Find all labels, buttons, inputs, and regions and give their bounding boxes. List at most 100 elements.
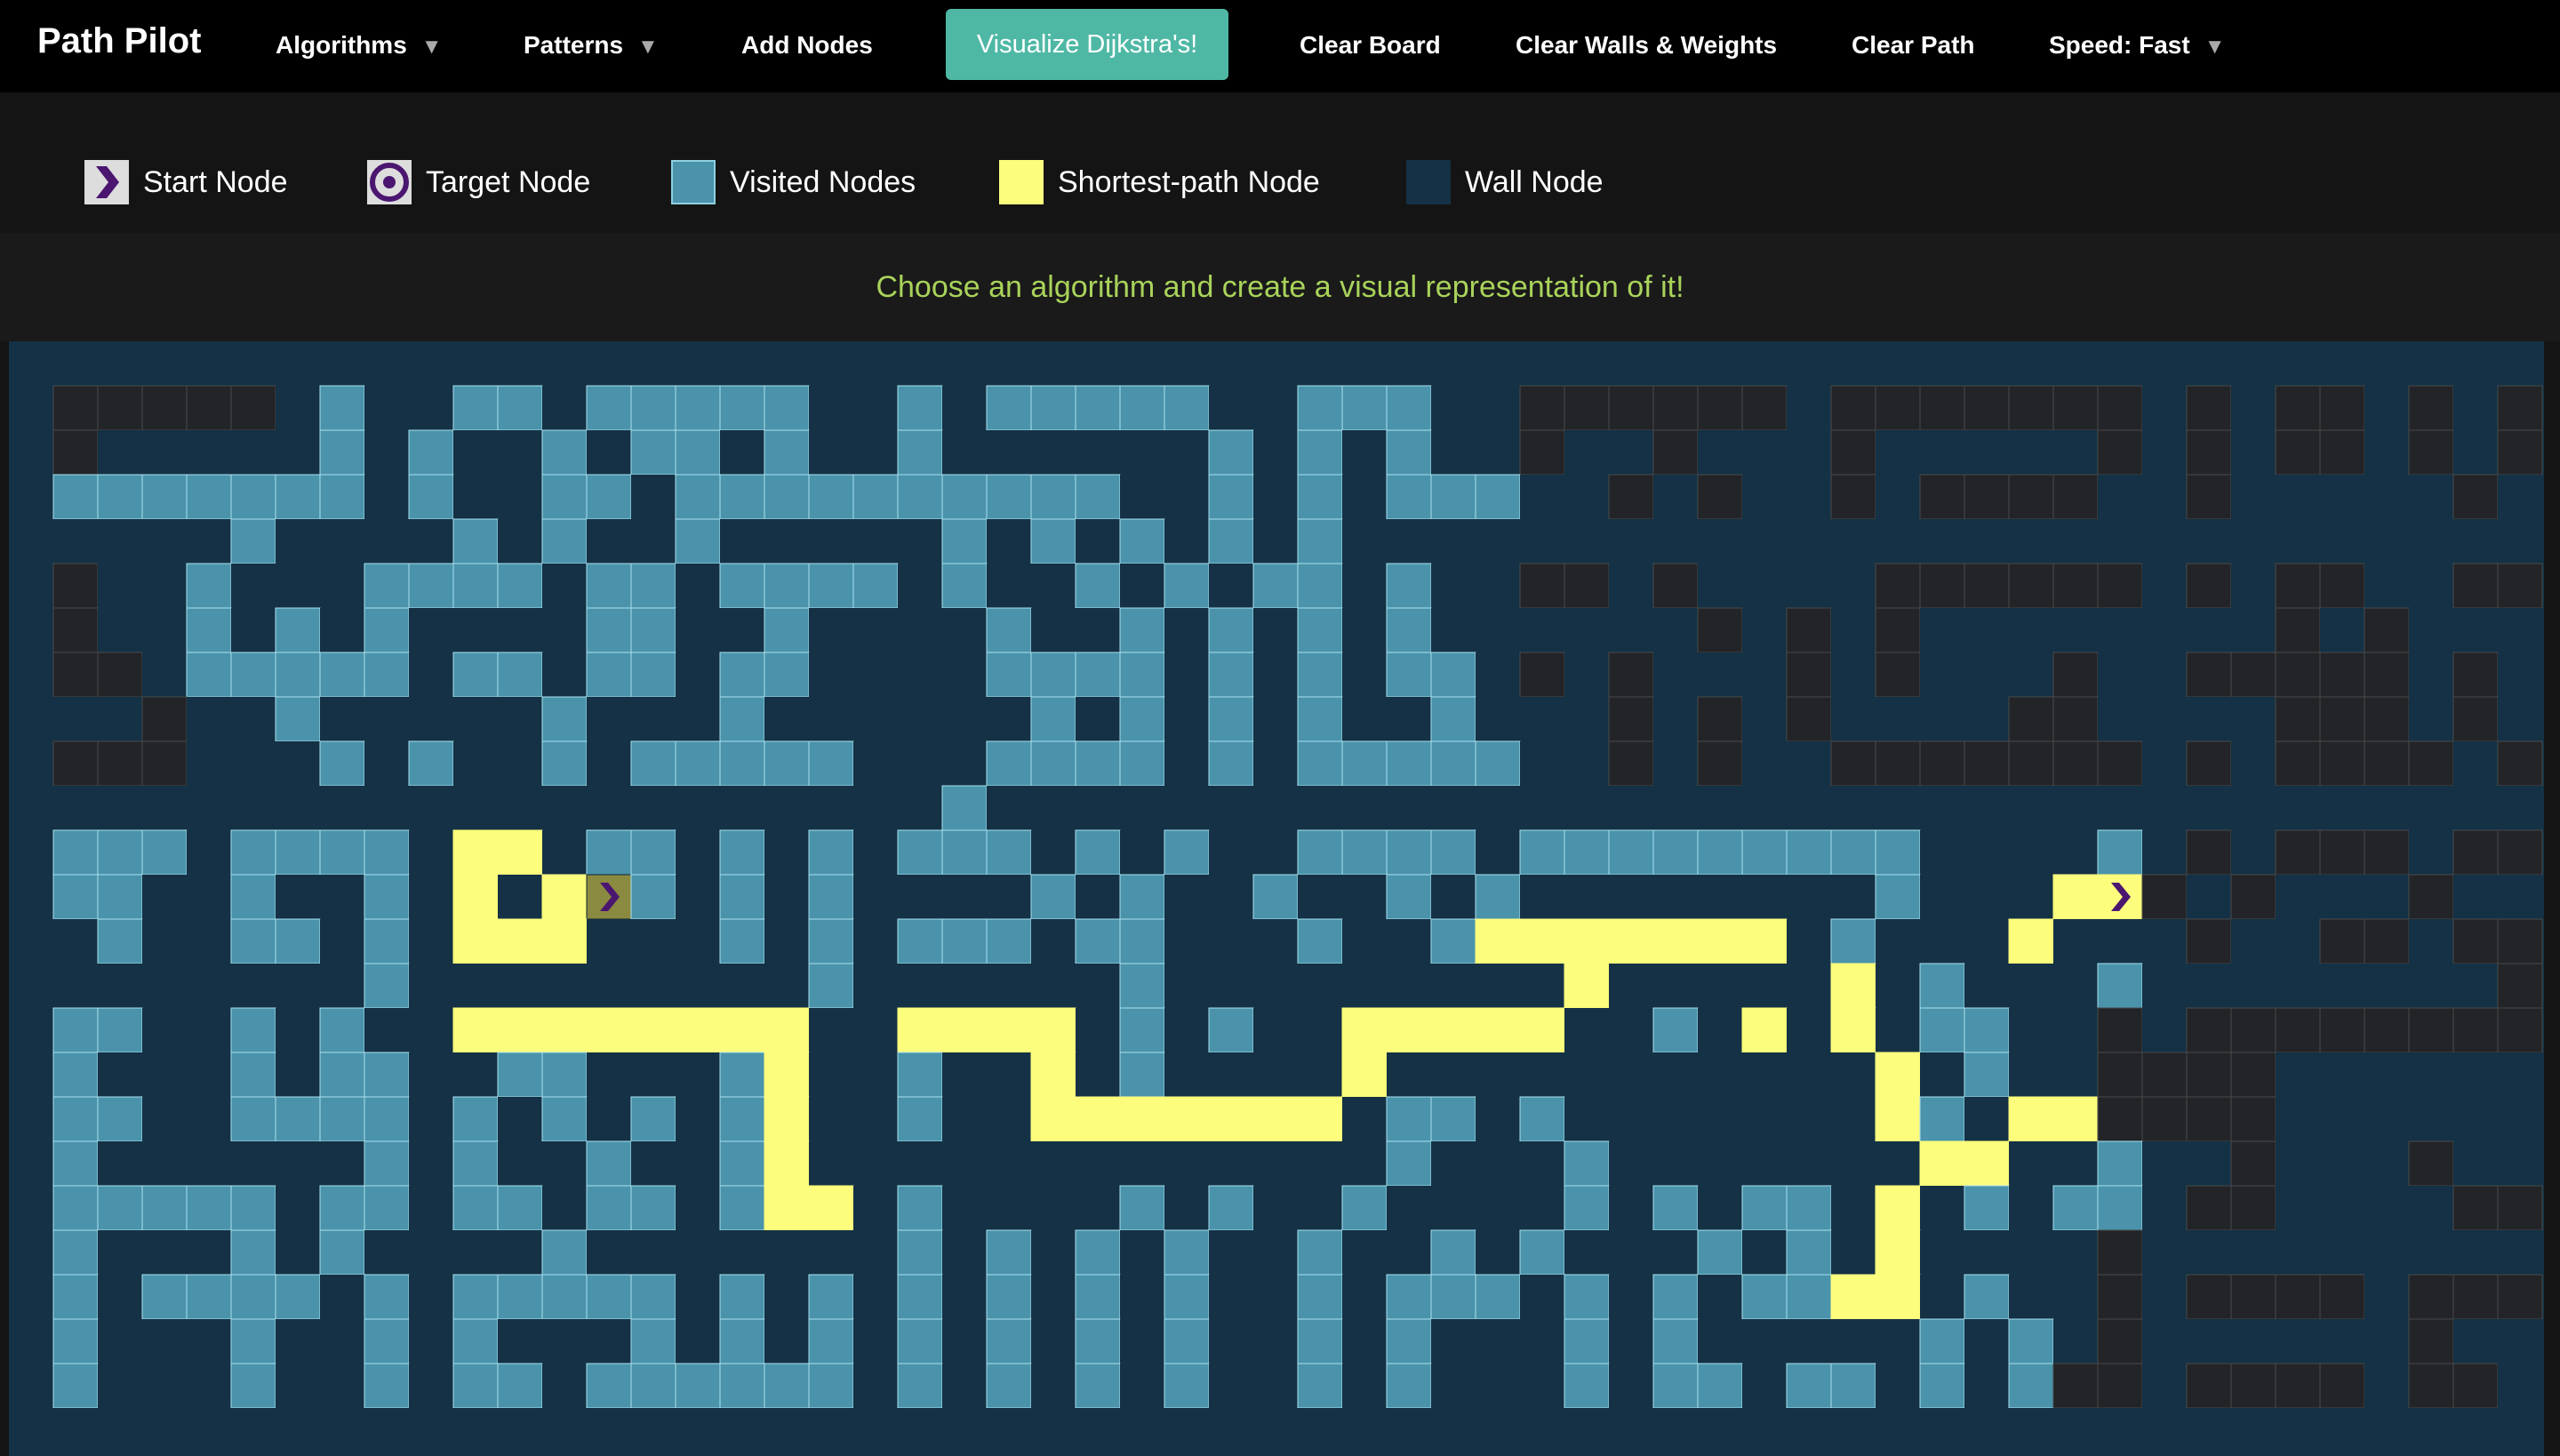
- visited-node[interactable]: [630, 1318, 676, 1364]
- wall-node[interactable]: [409, 1097, 453, 1141]
- wall-node[interactable]: [1742, 608, 1787, 652]
- visited-node[interactable]: [364, 1318, 410, 1364]
- unvisited-node[interactable]: [141, 696, 188, 742]
- unvisited-node[interactable]: [1564, 385, 1610, 431]
- wall-node[interactable]: [1298, 1408, 1342, 1452]
- wall-node[interactable]: [276, 564, 320, 608]
- wall-node[interactable]: [1787, 564, 1831, 608]
- wall-node[interactable]: [1876, 430, 1920, 475]
- wall-node[interactable]: [587, 1052, 631, 1097]
- visited-node[interactable]: [986, 740, 1032, 787]
- visited-node[interactable]: [586, 652, 632, 698]
- wall-node[interactable]: [142, 652, 187, 697]
- wall-node[interactable]: [9, 964, 53, 1008]
- visited-node[interactable]: [719, 385, 765, 431]
- visited-node[interactable]: [630, 385, 676, 431]
- wall-node[interactable]: [2142, 386, 2187, 430]
- wall-node[interactable]: [1253, 1275, 1298, 1319]
- wall-node[interactable]: [942, 1141, 987, 1186]
- wall-node[interactable]: [98, 1230, 142, 1275]
- wall-node[interactable]: [9, 830, 53, 875]
- visited-node[interactable]: [586, 1274, 632, 1320]
- wall-node[interactable]: [1431, 386, 1476, 430]
- wall-node[interactable]: [53, 697, 98, 741]
- wall-node[interactable]: [2187, 786, 2231, 830]
- wall-node[interactable]: [1964, 519, 2009, 564]
- shortest-path-node[interactable]: [1875, 1229, 1921, 1276]
- unvisited-node[interactable]: [2497, 740, 2543, 787]
- wall-node[interactable]: [1698, 1408, 1742, 1452]
- unvisited-node[interactable]: [2497, 918, 2543, 964]
- visited-node[interactable]: [1164, 829, 1210, 876]
- wall-node[interactable]: [2498, 1097, 2542, 1141]
- wall-node[interactable]: [1609, 608, 1653, 652]
- wall-node[interactable]: [98, 608, 142, 652]
- wall-node[interactable]: [2409, 564, 2453, 608]
- wall-node[interactable]: [9, 786, 53, 830]
- wall-node[interactable]: [498, 786, 542, 830]
- wall-node[interactable]: [853, 1364, 898, 1408]
- wall-node[interactable]: [1787, 1052, 1831, 1097]
- visited-node[interactable]: [1386, 474, 1432, 520]
- wall-node[interactable]: [1609, 964, 1653, 1008]
- wall-node[interactable]: [853, 875, 898, 919]
- wall-node[interactable]: [1964, 652, 2009, 697]
- visited-node[interactable]: [719, 652, 765, 698]
- wall-node[interactable]: [898, 786, 942, 830]
- wall-node[interactable]: [53, 964, 98, 1008]
- wall-node[interactable]: [676, 1052, 720, 1097]
- visited-node[interactable]: [141, 1185, 188, 1231]
- wall-node[interactable]: [898, 652, 942, 697]
- brand-title[interactable]: Path Pilot: [37, 20, 201, 62]
- wall-node[interactable]: [676, 652, 720, 697]
- wall-node[interactable]: [142, 875, 187, 919]
- wall-node[interactable]: [1831, 1186, 1876, 1230]
- wall-node[interactable]: [1742, 964, 1787, 1008]
- wall-node[interactable]: [1964, 1408, 2009, 1452]
- wall-node[interactable]: [231, 1408, 276, 1452]
- unvisited-node[interactable]: [2052, 696, 2099, 742]
- wall-node[interactable]: [1342, 564, 1387, 608]
- wall-node[interactable]: [1876, 919, 1920, 964]
- clear-walls-button[interactable]: Clear Walls & Weights: [1516, 27, 1777, 64]
- wall-node[interactable]: [2409, 652, 2453, 697]
- wall-node[interactable]: [2409, 1052, 2453, 1097]
- unvisited-node[interactable]: [2452, 563, 2499, 609]
- wall-node[interactable]: [2009, 608, 2053, 652]
- unvisited-node[interactable]: [1875, 563, 1921, 609]
- wall-node[interactable]: [1387, 919, 1431, 964]
- wall-node[interactable]: [898, 519, 942, 564]
- wall-node[interactable]: [987, 1186, 1031, 1230]
- unvisited-node[interactable]: [2186, 1185, 2232, 1231]
- wall-node[interactable]: [720, 519, 764, 564]
- wall-node[interactable]: [1253, 1141, 1298, 1186]
- wall-node[interactable]: [2320, 1230, 2364, 1275]
- wall-node[interactable]: [676, 1097, 720, 1141]
- wall-node[interactable]: [1031, 1230, 1076, 1275]
- wall-node[interactable]: [1698, 1052, 1742, 1097]
- visited-node[interactable]: [1475, 474, 1521, 520]
- wall-node[interactable]: [1520, 1364, 1564, 1408]
- wall-node[interactable]: [1209, 1408, 1253, 1452]
- wall-node[interactable]: [98, 430, 142, 475]
- shortest-path-node[interactable]: [1741, 1007, 1788, 1053]
- wall-node[interactable]: [1476, 386, 1520, 430]
- wall-node[interactable]: [1564, 652, 1609, 697]
- wall-node[interactable]: [498, 519, 542, 564]
- visited-node[interactable]: [452, 563, 499, 609]
- wall-node[interactable]: [98, 1408, 142, 1452]
- wall-node[interactable]: [320, 786, 364, 830]
- visited-node[interactable]: [1297, 1229, 1343, 1276]
- unvisited-node[interactable]: [1964, 385, 2010, 431]
- unvisited-node[interactable]: [97, 652, 143, 698]
- wall-node[interactable]: [453, 741, 498, 786]
- wall-node[interactable]: [2053, 830, 2098, 875]
- wall-node[interactable]: [2231, 919, 2276, 964]
- wall-node[interactable]: [1698, 1008, 1742, 1052]
- shortest-path-node[interactable]: [541, 918, 588, 964]
- unvisited-node[interactable]: [2452, 1185, 2499, 1231]
- wall-node[interactable]: [1253, 964, 1298, 1008]
- wall-node[interactable]: [2142, 1319, 2187, 1364]
- wall-node[interactable]: [2364, 1186, 2409, 1230]
- wall-node[interactable]: [187, 1097, 231, 1141]
